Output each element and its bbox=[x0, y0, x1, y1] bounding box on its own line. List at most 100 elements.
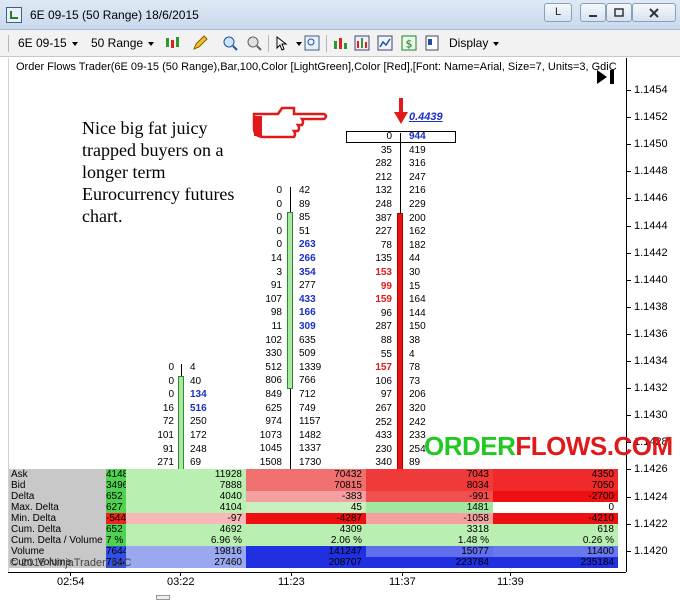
stats-cell: 6.96 % bbox=[126, 535, 246, 546]
zoom-out-icon[interactable] bbox=[246, 35, 262, 51]
stats-cell: 627 bbox=[106, 502, 126, 513]
price-tick bbox=[626, 117, 631, 119]
ask-volume: 182 bbox=[409, 239, 426, 251]
bid-volume: 227 bbox=[375, 226, 392, 238]
pencil-icon[interactable] bbox=[192, 35, 208, 51]
down-arrow-icon bbox=[394, 98, 408, 124]
zoom-in-icon[interactable] bbox=[222, 35, 238, 51]
bid-volume: 107 bbox=[265, 293, 282, 305]
link-button[interactable]: L bbox=[544, 3, 572, 22]
ask-volume: 250 bbox=[190, 416, 207, 428]
stats-cell: 27460 bbox=[126, 557, 246, 568]
candle-body[interactable] bbox=[178, 375, 184, 471]
stats-cell: -544 bbox=[106, 513, 126, 524]
indicators-icon[interactable] bbox=[332, 35, 348, 51]
scroll-to-end-button[interactable] bbox=[595, 68, 617, 91]
ask-volume: 206 bbox=[409, 389, 426, 401]
bid-volume: 0 bbox=[276, 212, 282, 224]
ask-volume: 15 bbox=[409, 280, 421, 292]
stats-cell: 4350 bbox=[493, 469, 618, 480]
close-button[interactable] bbox=[632, 3, 676, 22]
stats-cell: 4692 bbox=[126, 524, 246, 535]
bar-style-icon[interactable] bbox=[164, 35, 180, 51]
price-tick-label: 1.1438 bbox=[634, 300, 668, 313]
stats-cell: 652 bbox=[106, 491, 126, 502]
ask-volume: 73 bbox=[409, 375, 421, 387]
bid-volume: 3 bbox=[276, 266, 282, 278]
price-tick-label: 1.1420 bbox=[634, 544, 668, 557]
price-tick bbox=[626, 361, 631, 362]
ask-volume: 134 bbox=[190, 389, 207, 401]
price-tick bbox=[626, 306, 631, 308]
toolbar-separator bbox=[326, 35, 327, 52]
price-tick bbox=[626, 144, 631, 146]
instrument-label: 6E 09-15 bbox=[18, 36, 67, 50]
bid-volume: 267 bbox=[375, 403, 392, 414]
price-tick-label: 1.1436 bbox=[634, 327, 668, 340]
bid-volume: 0 bbox=[276, 185, 282, 196]
candle-body[interactable] bbox=[287, 212, 293, 389]
dollar-icon[interactable]: $ bbox=[401, 35, 417, 51]
bid-volume: 340 bbox=[375, 457, 392, 469]
stats-cell: 7050 bbox=[493, 480, 618, 491]
price-tick-label: 1.1432 bbox=[634, 382, 668, 395]
stats-row: Cum. Delta / Volume 7 % 6.96 % 2.06 % 1.48 %… bbox=[9, 535, 618, 546]
candle-body[interactable] bbox=[397, 212, 403, 485]
price-tick bbox=[626, 333, 631, 335]
interval-selector[interactable]: 50 Range bbox=[91, 35, 155, 52]
stats-cell: 70432 bbox=[246, 469, 366, 480]
ask-volume: 1157 bbox=[299, 416, 321, 428]
chart-toolbar: 6E 09-15 50 Range $ Display bbox=[0, 30, 680, 57]
time-axis[interactable] bbox=[8, 572, 626, 600]
bid-volume: 97 bbox=[380, 389, 392, 401]
stats-cell: 7 % bbox=[106, 535, 126, 546]
time-tick-label: 11:23 bbox=[278, 576, 305, 588]
price-tick bbox=[626, 469, 631, 471]
ask-volume: 316 bbox=[409, 158, 426, 170]
stats-cell: -97 bbox=[126, 513, 246, 524]
app-icon bbox=[6, 7, 22, 23]
instrument-selector[interactable]: 6E 09-15 bbox=[18, 35, 78, 52]
price-tick-label: 1.1452 bbox=[634, 111, 668, 124]
ask-volume: 162 bbox=[409, 226, 426, 238]
minimize-button[interactable] bbox=[580, 3, 606, 22]
time-tick-label: 11:39 bbox=[497, 576, 524, 588]
bid-volume: 96 bbox=[380, 307, 392, 319]
ask-volume: 78 bbox=[409, 362, 421, 374]
stats-row: Bid 3496 7888 70815 8034 7050 bbox=[9, 480, 618, 491]
time-tick-label: 03:22 bbox=[167, 576, 195, 588]
ask-volume: 42 bbox=[299, 185, 311, 196]
ask-volume: 247 bbox=[409, 171, 426, 183]
bid-volume: 1073 bbox=[259, 429, 282, 441]
properties-icon[interactable] bbox=[424, 35, 440, 51]
stats-cell: 223784 bbox=[366, 557, 493, 568]
maximize-button[interactable] bbox=[606, 3, 632, 22]
cursor-dropdown[interactable] bbox=[291, 35, 302, 52]
stats-cell: 4309 bbox=[246, 524, 366, 535]
line-chart-icon[interactable] bbox=[377, 35, 393, 51]
strategies-icon[interactable] bbox=[354, 35, 370, 51]
maximize-icon bbox=[614, 8, 624, 17]
bid-volume: 433 bbox=[375, 430, 392, 442]
stats-cell: 208707 bbox=[246, 557, 366, 568]
horizontal-scrollbar-thumb[interactable] bbox=[156, 595, 170, 600]
logo-flows: FLOWS.COM bbox=[515, 431, 673, 461]
interval-label: 50 Range bbox=[91, 36, 144, 50]
ask-volume: 1337 bbox=[299, 443, 322, 455]
stats-row-label: Cum. Delta bbox=[9, 524, 106, 535]
ask-volume: 85 bbox=[299, 212, 311, 224]
bid-volume: 625 bbox=[265, 402, 282, 414]
cursor-icon[interactable] bbox=[274, 35, 290, 51]
ask-volume: 263 bbox=[299, 239, 316, 251]
stats-row: Volume 7644 19816 141247 15077 11400 bbox=[9, 546, 618, 557]
bid-volume: 132 bbox=[375, 185, 392, 197]
bid-volume: 106 bbox=[375, 375, 392, 387]
chart-annotation: Nice big fat juicy trapped buyers on a l… bbox=[82, 118, 235, 226]
magnifier-icon[interactable] bbox=[304, 35, 320, 51]
bid-volume: 0 bbox=[276, 225, 282, 237]
stats-row-label: Cum. Delta / Volume bbox=[9, 535, 106, 546]
stats-cell: -991 bbox=[366, 491, 493, 502]
display-menu[interactable]: Display bbox=[449, 35, 500, 52]
stats-row-label: Max. Delta bbox=[9, 502, 106, 513]
ask-volume: 1730 bbox=[299, 457, 322, 468]
